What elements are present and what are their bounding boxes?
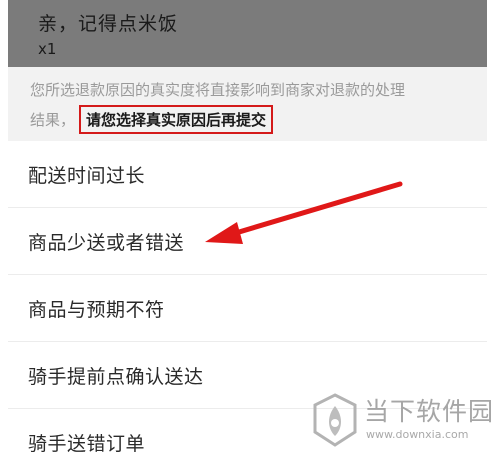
watermark-title: 当下软件园	[364, 397, 495, 426]
reason-item-not-as-expected[interactable]: 商品与预期不符	[8, 275, 487, 342]
watermark-logo-icon	[313, 393, 357, 447]
watermark: 当下软件园 www.downxia.com	[310, 388, 493, 454]
reason-label: 骑手提前点确认送达	[28, 366, 204, 388]
product-name: 亲，记得点米饭	[38, 13, 179, 35]
notice-text-line1: 您所选退款原因的真实度将直接影响到商家对退款的处理	[30, 81, 406, 99]
product-card: 亲，记得点米饭 x1	[8, 0, 487, 67]
refund-reason-page: 亲，记得点米饭 x1 您所选退款原因的真实度将直接影响到商家对退款的处理 结果，…	[0, 0, 495, 461]
notice-highlight-box: 请您选择真实原因后再提交	[79, 105, 274, 134]
reason-label: 商品与预期不符	[28, 299, 165, 321]
reason-label: 骑手送错订单	[28, 433, 146, 455]
reason-label: 配送时间过长	[28, 165, 146, 187]
product-quantity: x1	[38, 40, 57, 58]
watermark-url: www.downxia.com	[366, 428, 469, 441]
notice-text-prefix: 结果，	[30, 111, 76, 129]
notice-text-line2: 结果， 请您选择真实原因后再提交	[30, 105, 274, 134]
reason-label: 商品少送或者错送	[28, 232, 185, 254]
red-arrow-annotation-icon	[205, 181, 403, 244]
refund-notice: 您所选退款原因的真实度将直接影响到商家对退款的处理 结果， 请您选择真实原因后再…	[8, 67, 487, 141]
